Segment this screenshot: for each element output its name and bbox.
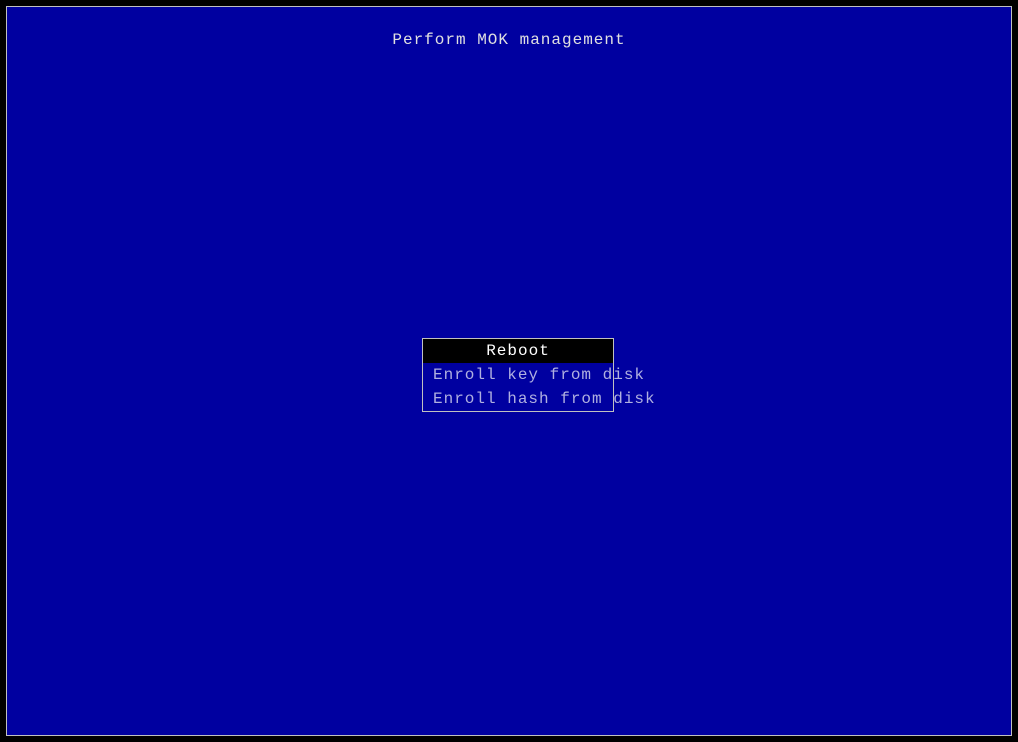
menu-box: Reboot Enroll key from disk Enroll hash … bbox=[422, 338, 614, 412]
main-panel: Perform MOK management Reboot Enroll key… bbox=[6, 6, 1012, 736]
menu-item-enroll-key[interactable]: Enroll key from disk bbox=[423, 363, 613, 387]
menu-item-enroll-hash[interactable]: Enroll hash from disk bbox=[423, 387, 613, 411]
page-title: Perform MOK management bbox=[7, 31, 1011, 49]
menu-item-reboot[interactable]: Reboot bbox=[423, 339, 613, 363]
